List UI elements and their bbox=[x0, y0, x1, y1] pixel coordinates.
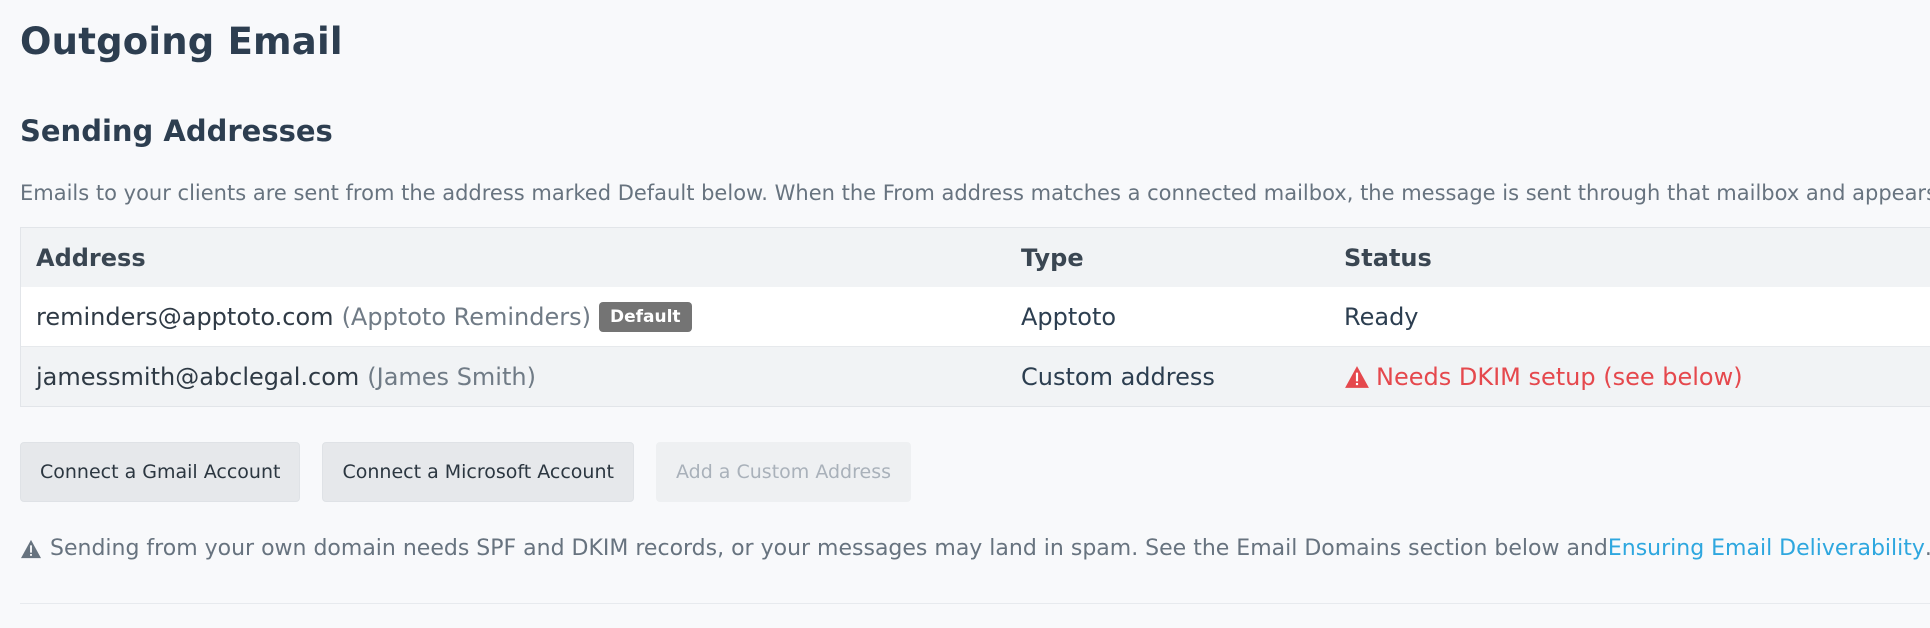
sender-name: (James Smith) bbox=[367, 362, 536, 391]
header-address: Address bbox=[36, 243, 146, 272]
section-title-sending-addresses: Sending Addresses bbox=[20, 114, 333, 148]
note-tail: . bbox=[1925, 536, 1930, 561]
deliverability-link[interactable]: Ensuring Email Deliverability bbox=[1608, 536, 1925, 561]
status-warning-text: Needs DKIM setup (see below) bbox=[1376, 362, 1743, 391]
header-type: Type bbox=[1021, 243, 1084, 272]
spf-dkim-note: Sending from your own domain needs SPF a… bbox=[20, 536, 1930, 561]
table-row[interactable]: jamessmith@abclegal.com (James Smith) Cu… bbox=[21, 346, 1930, 406]
warning-triangle-icon bbox=[21, 539, 41, 558]
type-cell: Custom address bbox=[1021, 362, 1215, 391]
page-title: Outgoing Email bbox=[20, 20, 343, 63]
table-header-row: Address Type Status bbox=[21, 228, 1930, 287]
connect-microsoft-button[interactable]: Connect a Microsoft Account bbox=[322, 442, 634, 502]
status-cell: Ready bbox=[1344, 302, 1419, 331]
address-cell: reminders@apptoto.com (Apptoto Reminders… bbox=[36, 301, 692, 332]
connect-gmail-button[interactable]: Connect a Gmail Account bbox=[20, 442, 301, 502]
status-cell[interactable]: Needs DKIM setup (see below) bbox=[1344, 363, 1743, 391]
table-row[interactable]: reminders@apptoto.com (Apptoto Reminders… bbox=[21, 287, 1930, 346]
default-badge: Default bbox=[598, 301, 692, 332]
add-custom-address-button[interactable]: Add a Custom Address bbox=[655, 442, 911, 502]
type-cell: Apptoto bbox=[1021, 302, 1117, 331]
email-address: reminders@apptoto.com bbox=[36, 302, 334, 331]
sender-name: (Apptoto Reminders) bbox=[341, 302, 591, 331]
header-status: Status bbox=[1344, 243, 1432, 272]
sending-intro-text: Emails to your clients are sent from the… bbox=[20, 181, 1930, 205]
note-text: Sending from your own domain needs SPF a… bbox=[50, 536, 1608, 561]
sending-addresses-table: Address Type Status reminders@apptoto.co… bbox=[20, 227, 1930, 407]
email-address: jamessmith@abclegal.com bbox=[36, 362, 360, 391]
warning-triangle-icon bbox=[1345, 365, 1369, 388]
section-divider bbox=[20, 603, 1930, 604]
address-actions: Connect a Gmail Account Connect a Micros… bbox=[20, 442, 933, 502]
address-cell: jamessmith@abclegal.com (James Smith) bbox=[36, 363, 536, 391]
